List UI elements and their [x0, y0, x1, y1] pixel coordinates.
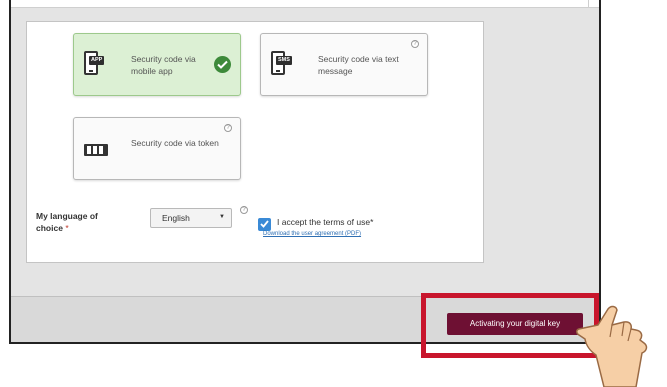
language-label: My language of choice * — [36, 210, 116, 234]
user-agreement-link[interactable]: Download the user agreement (PDF) — [263, 231, 361, 237]
sms-tag: SMS — [276, 56, 292, 65]
app-tag: APP — [89, 56, 105, 65]
option-token-label: Security code via token — [131, 138, 219, 148]
help-icon[interactable]: ? — [411, 40, 419, 48]
option-mobile-app[interactable]: APP Security code via mobile app — [73, 33, 241, 96]
pointing-hand-icon — [576, 305, 648, 387]
language-select-value: English — [162, 213, 190, 223]
language-help-icon[interactable]: ? — [240, 206, 248, 214]
help-icon[interactable]: ? — [224, 124, 232, 132]
terms-checkbox[interactable] — [258, 218, 271, 231]
top-strip — [11, 0, 599, 8]
terms-text: I accept the terms of use* — [277, 217, 374, 227]
token-icon — [84, 144, 108, 156]
check-circle-icon — [214, 56, 231, 73]
option-token[interactable]: Security code via token ? — [73, 117, 241, 180]
option-text-message[interactable]: SMS Security code via text message ? — [260, 33, 428, 96]
required-mark: * — [65, 223, 69, 233]
option-text-message-label: Security code via text message — [318, 54, 399, 76]
option-mobile-app-label: Security code via mobile app — [131, 54, 196, 76]
highlight-box — [421, 293, 599, 358]
language-select[interactable]: English ▼ — [150, 208, 232, 228]
chevron-down-icon: ▼ — [219, 214, 225, 220]
